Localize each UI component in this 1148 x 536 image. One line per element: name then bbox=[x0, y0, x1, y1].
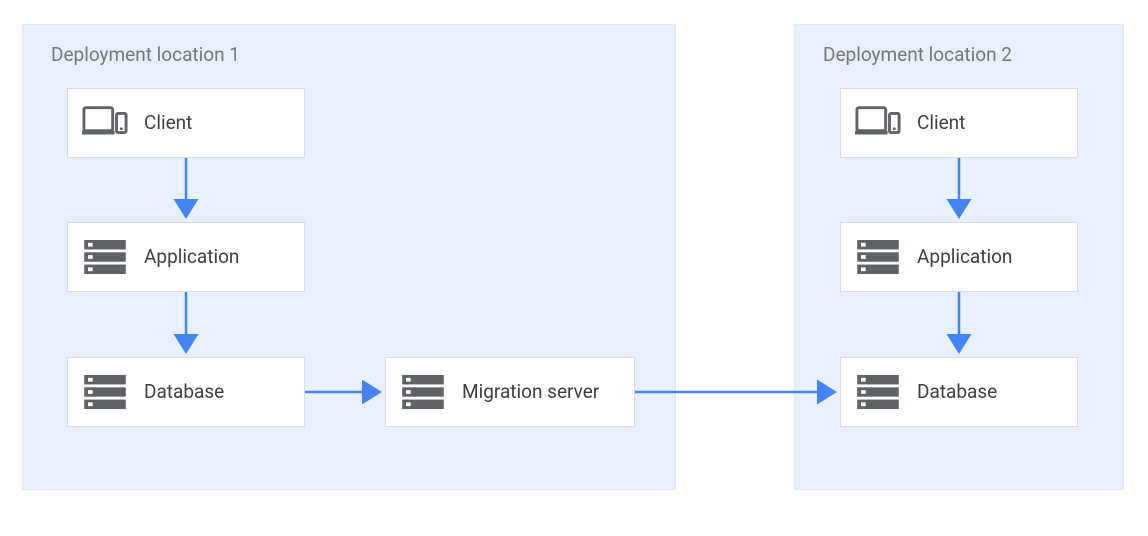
node-migration-server: Migration server bbox=[385, 357, 635, 427]
node-application-1-label: Application bbox=[144, 245, 239, 269]
node-database-2: Database bbox=[840, 357, 1078, 427]
server-icon bbox=[855, 234, 901, 280]
node-client-2: Client bbox=[840, 88, 1078, 158]
region-2-label: Deployment location 2 bbox=[823, 43, 1012, 66]
database-icon bbox=[82, 369, 128, 415]
arrow-db1-to-migration bbox=[305, 390, 387, 394]
server-icon bbox=[82, 234, 128, 280]
arrow-migration-to-db2 bbox=[635, 390, 842, 394]
node-client-1: Client bbox=[67, 88, 305, 158]
node-client-1-label: Client bbox=[144, 111, 192, 135]
server-icon bbox=[400, 369, 446, 415]
node-application-2: Application bbox=[840, 222, 1078, 292]
arrow-client1-to-app1 bbox=[184, 158, 188, 224]
node-database-1-label: Database bbox=[144, 380, 224, 404]
arrow-app2-to-db2 bbox=[957, 292, 961, 359]
database-icon bbox=[855, 369, 901, 415]
node-application-1: Application bbox=[67, 222, 305, 292]
node-database-1: Database bbox=[67, 357, 305, 427]
region-1-label: Deployment location 1 bbox=[51, 43, 240, 66]
node-migration-server-label: Migration server bbox=[462, 380, 599, 404]
client-icon bbox=[82, 100, 128, 146]
arrow-client2-to-app2 bbox=[957, 158, 961, 224]
node-database-2-label: Database bbox=[917, 380, 997, 404]
arrow-app1-to-db1 bbox=[184, 292, 188, 359]
node-client-2-label: Client bbox=[917, 111, 965, 135]
node-application-2-label: Application bbox=[917, 245, 1012, 269]
client-icon bbox=[855, 100, 901, 146]
